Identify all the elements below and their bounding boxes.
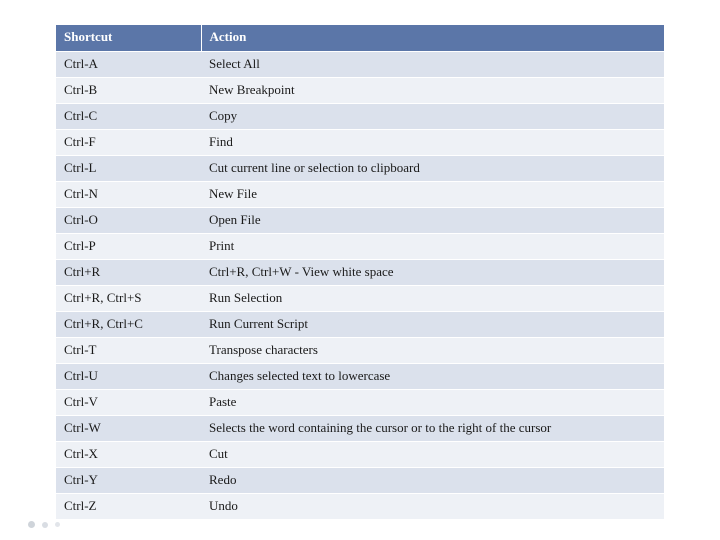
cell-shortcut: Ctrl-W	[56, 416, 201, 442]
cell-shortcut: Ctrl-Z	[56, 494, 201, 520]
table-row: Ctrl-A Select All	[56, 52, 664, 78]
cell-action: Copy	[201, 104, 664, 130]
table-row: Ctrl-Z Undo	[56, 494, 664, 520]
cell-shortcut: Ctrl-C	[56, 104, 201, 130]
cell-shortcut: Ctrl-U	[56, 364, 201, 390]
cell-shortcut: Ctrl-T	[56, 338, 201, 364]
cell-shortcut: Ctrl-P	[56, 234, 201, 260]
cell-shortcut: Ctrl-Y	[56, 468, 201, 494]
cell-shortcut: Ctrl-N	[56, 182, 201, 208]
cell-shortcut: Ctrl+R	[56, 260, 201, 286]
cell-action: Find	[201, 130, 664, 156]
cell-action: Cut	[201, 442, 664, 468]
shortcuts-table: Shortcut Action Ctrl-A Select All Ctrl-B…	[56, 24, 664, 519]
cell-action: Run Current Script	[201, 312, 664, 338]
cell-shortcut: Ctrl+R, Ctrl+S	[56, 286, 201, 312]
table-row: Ctrl+R Ctrl+R, Ctrl+W - View white space	[56, 260, 664, 286]
dot-icon	[42, 522, 48, 528]
table-header-row: Shortcut Action	[56, 25, 664, 52]
cell-shortcut: Ctrl-X	[56, 442, 201, 468]
cell-shortcut: Ctrl-O	[56, 208, 201, 234]
table-row: Ctrl-V Paste	[56, 390, 664, 416]
cell-shortcut: Ctrl-F	[56, 130, 201, 156]
cell-action: New Breakpoint	[201, 78, 664, 104]
cell-shortcut: Ctrl-V	[56, 390, 201, 416]
dot-icon	[28, 521, 35, 528]
cell-action: Print	[201, 234, 664, 260]
table-row: Ctrl-C Copy	[56, 104, 664, 130]
table-row: Ctrl-F Find	[56, 130, 664, 156]
cell-shortcut: Ctrl-B	[56, 78, 201, 104]
cell-action: Undo	[201, 494, 664, 520]
cell-shortcut: Ctrl+R, Ctrl+C	[56, 312, 201, 338]
table-row: Ctrl-T Transpose characters	[56, 338, 664, 364]
table-row: Ctrl-L Cut current line or selection to …	[56, 156, 664, 182]
cell-action: Select All	[201, 52, 664, 78]
col-header-shortcut: Shortcut	[56, 25, 201, 52]
cell-action: Ctrl+R, Ctrl+W - View white space	[201, 260, 664, 286]
cell-action: Open File	[201, 208, 664, 234]
decorative-dots	[28, 521, 60, 528]
cell-action: Selects the word containing the cursor o…	[201, 416, 664, 442]
table-row: Ctrl-U Changes selected text to lowercas…	[56, 364, 664, 390]
slide-page: Shortcut Action Ctrl-A Select All Ctrl-B…	[0, 0, 720, 540]
cell-shortcut: Ctrl-A	[56, 52, 201, 78]
cell-action: Transpose characters	[201, 338, 664, 364]
table-row: Ctrl+R, Ctrl+C Run Current Script	[56, 312, 664, 338]
table-row: Ctrl-Y Redo	[56, 468, 664, 494]
cell-action: Cut current line or selection to clipboa…	[201, 156, 664, 182]
table-row: Ctrl-O Open File	[56, 208, 664, 234]
table-row: Ctrl-W Selects the word containing the c…	[56, 416, 664, 442]
cell-action: New File	[201, 182, 664, 208]
table-row: Ctrl-N New File	[56, 182, 664, 208]
cell-action: Run Selection	[201, 286, 664, 312]
cell-shortcut: Ctrl-L	[56, 156, 201, 182]
col-header-action: Action	[201, 25, 664, 52]
cell-action: Changes selected text to lowercase	[201, 364, 664, 390]
cell-action: Paste	[201, 390, 664, 416]
table-row: Ctrl-X Cut	[56, 442, 664, 468]
dot-icon	[55, 522, 60, 527]
table-row: Ctrl+R, Ctrl+S Run Selection	[56, 286, 664, 312]
cell-action: Redo	[201, 468, 664, 494]
table-row: Ctrl-B New Breakpoint	[56, 78, 664, 104]
table-row: Ctrl-P Print	[56, 234, 664, 260]
